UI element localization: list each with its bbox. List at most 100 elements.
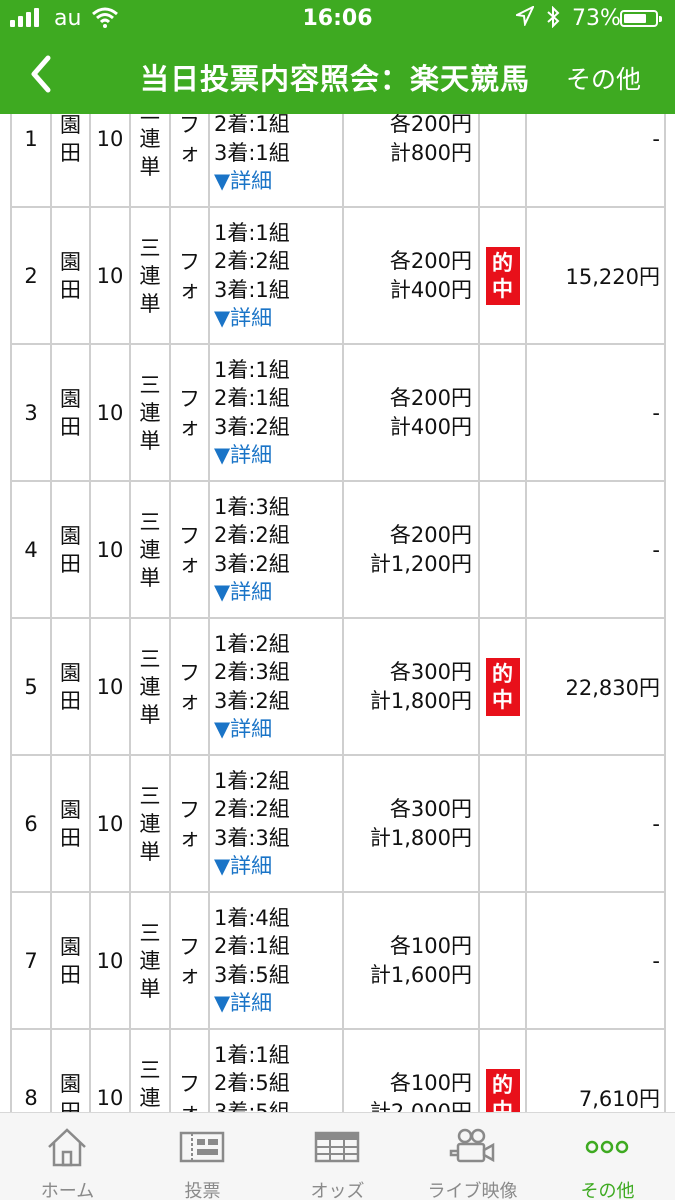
payout: 7,610円 (525, 1028, 666, 1112)
racecourse: 園田 (50, 891, 91, 1030)
race-number: 10 (89, 617, 131, 756)
racecourse-text: 園田 (60, 934, 81, 987)
amount-each: 各200円 (389, 522, 472, 547)
hit-cell (478, 754, 527, 893)
tab-more[interactable]: その他 (540, 1113, 675, 1202)
bet-method-text: フォ (179, 934, 200, 987)
detail-link[interactable]: ▼詳細 (214, 989, 341, 1018)
bet-detail-cell: 1着:1組2着:1組3着:1組▼詳細 (208, 114, 344, 208)
race-number: 10 (89, 206, 131, 345)
table-row: 6 園田 10 三連単 フォ 1着:2組 2着:2組 3着:3組 ▼詳細 各300円 計1,800円… (10, 754, 666, 893)
bet-type: 三連単 (129, 480, 171, 619)
hit-text: 的中 (492, 1072, 513, 1113)
bet-type-text: 三連単 (139, 646, 161, 727)
detail-link[interactable]: ▼詳細 (214, 715, 341, 744)
bet-line: 3着:5組 (214, 962, 290, 987)
tab-odds-table[interactable]: オッズ (270, 1113, 405, 1202)
bet-type: 三連単 (129, 617, 171, 756)
amount-cell: 各200円 計1,200円 (342, 480, 480, 619)
amount-total: 計400円 (389, 414, 472, 439)
detail-link[interactable]: ▼詳細 (214, 578, 341, 607)
tab-label: 投票 (184, 1181, 221, 1202)
bet-line: 2着:1組 (214, 386, 290, 410)
hit-cell (478, 114, 527, 208)
status-bar: au 16:06 73% (0, 0, 675, 38)
bet-line: 3着:1組 (214, 277, 290, 302)
bet-list[interactable]: 1園田10三連単フォ1着:1組2着:1組3着:1組▼詳細各200円計800円-2… (0, 114, 675, 1112)
bet-detail-cell: 1着:2組 2着:2組 3着:3組 ▼詳細 (208, 754, 344, 893)
bet-type-text: 三連単 (139, 920, 161, 1001)
racecourse: 園田 (50, 206, 91, 345)
payout: 15,220円 (525, 206, 666, 345)
tab-label: ホーム (40, 1181, 95, 1202)
bet-type-text: 三連単 (139, 235, 161, 316)
bet-detail-cell: 1着:3組 2着:2組 3着:2組 ▼詳細 (208, 480, 344, 619)
tab-video-camera[interactable]: ライブ映像 (405, 1113, 540, 1202)
amount-cell: 各100円計1,600円 (342, 891, 480, 1030)
racecourse-text: 園田 (60, 249, 81, 302)
bet-detail-cell: 1着:1組2着:5組3着:5組▼詳細 (208, 1028, 344, 1113)
bet-line: 1着:1組 (214, 220, 290, 245)
table-row: 3 園田 10 三連単 フォ 1着:1組 2着:1組 3着:2組 ▼詳細 各200円 計400円 - (10, 343, 666, 482)
payout: - (525, 480, 666, 619)
payout: - (525, 891, 666, 1030)
bet-type: 三連単 (129, 754, 171, 893)
racecourse: 園田 (50, 1028, 91, 1112)
bet-method: フォ (169, 343, 210, 482)
amount-each: 各200円 (389, 385, 472, 410)
race-number: 10 (89, 754, 131, 893)
hit-cell: 的中 (478, 206, 527, 345)
bet-detail-cell: 1着:4組 2着:1組 3着:5組 ▼詳細 (208, 891, 344, 1030)
bet-method-text: フォ (179, 523, 200, 576)
racecourse: 園田 (50, 754, 91, 893)
racecourse-text: 園田 (60, 386, 81, 439)
bet-type: 三連単 (129, 891, 171, 1030)
racecourse-text: 園田 (60, 660, 81, 713)
bet-line: 1着:1組 (214, 1042, 290, 1067)
payout: - (525, 754, 666, 893)
bet-line: 1着:4組 (214, 905, 290, 930)
navigation-bar: 当日投票内容照会：楽天競馬 その他 (0, 38, 675, 114)
hit-cell: 的中 (478, 1028, 527, 1113)
bet-line: 3着:3組 (214, 825, 290, 850)
detail-link[interactable]: ▼詳細 (214, 852, 341, 881)
hit-cell (478, 343, 527, 482)
tab-ticket[interactable]: 投票 (135, 1113, 270, 1202)
bet-method: フォ (169, 1028, 210, 1112)
detail-link[interactable]: ▼詳細 (214, 441, 341, 470)
table-row: 5 園田 10 三連単 フォ 1着:2組 2着:3組 3着:2組 ▼詳細 各300円 計1,800円… (10, 617, 666, 756)
amount-each: 各100円 (389, 933, 472, 958)
bet-line: 2着:5組 (214, 1071, 290, 1095)
tab-label: オッズ (310, 1181, 365, 1202)
bet-line: 3着:2組 (214, 688, 290, 713)
amount-total: 計2,000円 (369, 1099, 472, 1113)
race-number: 10 (89, 114, 131, 208)
row-number: 3 (10, 343, 52, 482)
amount-each: 各300円 (389, 796, 472, 821)
location-icon (513, 4, 536, 33)
detail-link[interactable]: ▼詳細 (214, 304, 341, 333)
bet-line: 1着:1組 (214, 357, 290, 382)
detail-link[interactable]: ▼詳細 (214, 167, 341, 196)
bet-line: 3着:5組 (214, 1099, 290, 1113)
bet-line: 3着:1組 (214, 140, 290, 165)
amount-each: 各300円 (389, 659, 472, 684)
tab-home[interactable]: ホーム (0, 1113, 135, 1202)
bet-type: 三連単 (129, 343, 171, 482)
payout: - (525, 343, 666, 482)
racecourse-text: 園田 (60, 523, 81, 576)
racecourse: 園田 (50, 343, 91, 482)
bet-line: 2着:3組 (214, 660, 290, 684)
bet-line: 2着:1組 (214, 934, 290, 958)
row-number: 5 (10, 617, 52, 756)
bet-type-text: 三連単 (139, 114, 161, 179)
other-menu-button[interactable]: その他 (566, 60, 641, 96)
bet-method-text: フォ (179, 114, 200, 165)
amount-total: 計1,600円 (369, 962, 472, 987)
bet-type-text: 三連単 (139, 1057, 161, 1110)
bet-table: 1園田10三連単フォ1着:1組2着:1組3着:1組▼詳細各200円計800円-2… (10, 114, 666, 1112)
back-chevron-icon[interactable] (22, 52, 66, 96)
amount-total: 計1,800円 (369, 688, 472, 713)
amount-total: 計400円 (389, 277, 472, 302)
bet-line: 2着:1組 (214, 114, 290, 136)
